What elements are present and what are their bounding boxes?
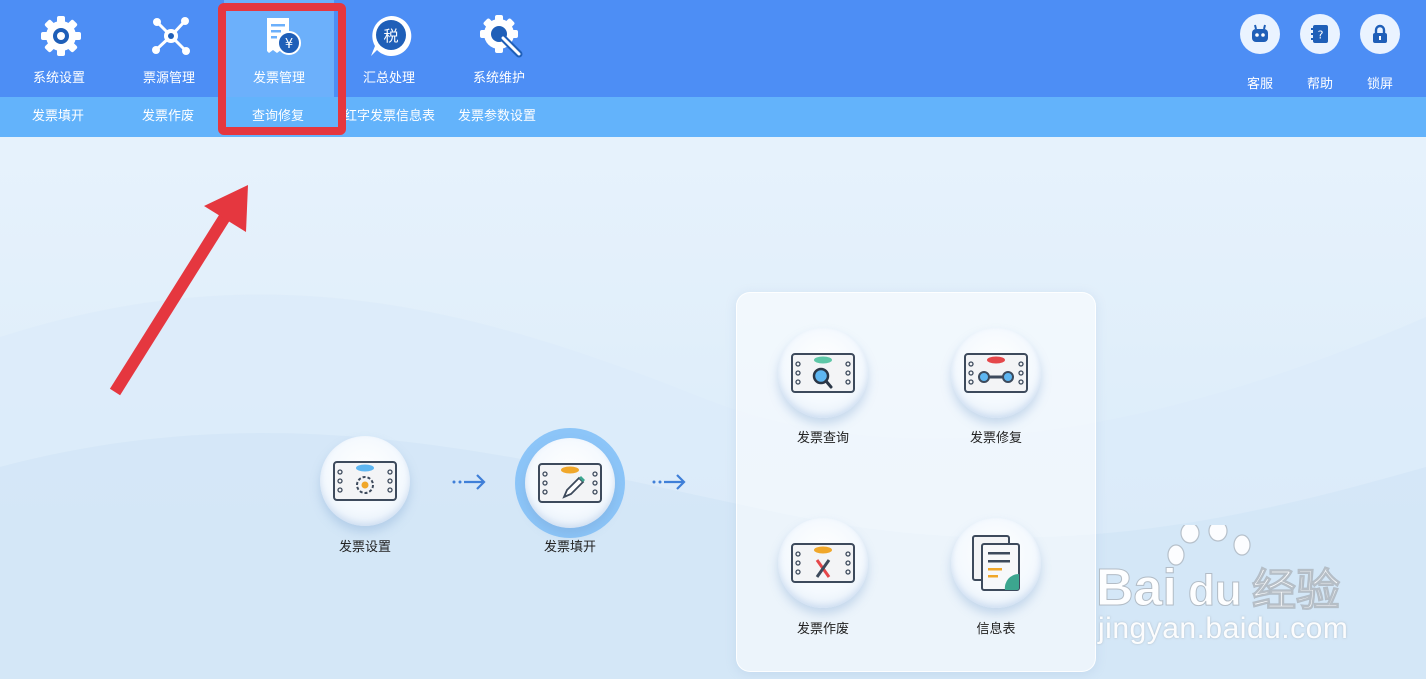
menu-summary-processing[interactable]: 税 汇总处理 — [334, 0, 444, 97]
submenu-invoice-issue[interactable]: 发票填开 — [32, 97, 84, 137]
submenu-query-repair[interactable]: 查询修复 — [252, 97, 304, 137]
menu-label: 发票管理 — [252, 71, 305, 86]
help-button[interactable]: ? 帮助 — [1298, 14, 1342, 94]
submenu-invoice-void[interactable]: 发票作废 — [142, 97, 194, 137]
ticket-search-icon — [791, 353, 855, 393]
menu-label: 系统维护 — [472, 71, 525, 86]
invoice-settings-label: 发票设置 — [338, 540, 391, 555]
right-menu-label: 锁屏 — [1366, 77, 1393, 92]
annotation-arrow — [109, 185, 248, 396]
menu-system-maintenance[interactable]: 系统维护 — [444, 0, 554, 97]
menu-label: 汇总处理 — [362, 71, 415, 86]
watermark-url: jingyan.baidu.com — [1098, 612, 1349, 645]
wrench-gear-icon — [480, 15, 523, 58]
help-book-icon: ? — [1311, 25, 1328, 43]
svg-text:¥: ¥ — [285, 37, 293, 52]
info-table-node[interactable]: 信息表 — [951, 518, 1041, 638]
invoice-query-label: 发票查询 — [796, 431, 849, 446]
svg-text:?: ? — [1318, 29, 1324, 42]
invoice-issue-node[interactable]: 发票填开 — [515, 428, 625, 561]
ticket-gear-icon — [333, 461, 397, 501]
lock-icon — [1373, 24, 1387, 43]
ticket-cross-icon — [791, 543, 855, 583]
ticket-wrench-icon — [964, 353, 1028, 393]
invoice-repair-node[interactable]: 发票修复 — [951, 328, 1041, 448]
invoice-settings-node[interactable]: 发票设置 — [320, 436, 410, 561]
customer-service-button[interactable]: 客服 — [1238, 14, 1282, 94]
right-menu-label: 客服 — [1246, 77, 1273, 92]
network-nodes-icon — [152, 17, 190, 55]
invoice-void-label: 发票作废 — [796, 622, 849, 637]
submenu-red-invoice-info[interactable]: 红字发票信息表 — [344, 97, 435, 137]
submenu-invoice-params[interactable]: 发票参数设置 — [458, 97, 536, 137]
menu-ticket-source[interactable]: 票源管理 — [114, 0, 224, 97]
lock-screen-button[interactable]: 锁屏 — [1358, 14, 1402, 94]
invoice-issue-label: 发票填开 — [543, 540, 596, 555]
invoice-void-node[interactable]: 发票作废 — [778, 518, 868, 638]
menu-label: 系统设置 — [32, 71, 85, 86]
flow-arrow — [652, 474, 686, 490]
menu-label: 票源管理 — [142, 71, 195, 86]
tax-char: 税 — [383, 27, 398, 45]
tax-bubble-icon: 税 — [371, 15, 412, 56]
documents-stack-icon — [972, 535, 1020, 591]
invoice-repair-label: 发票修复 — [969, 431, 1022, 446]
ticket-pencil-icon — [538, 463, 602, 503]
right-menu-label: 帮助 — [1306, 77, 1333, 92]
info-table-label: 信息表 — [976, 622, 1016, 637]
invoice-yen-icon: ¥ — [267, 18, 301, 55]
top-menu-bar: 系统设置 票源管理 ¥ 发票管理 税 汇总处理 系统维护 客服 ? 帮助 锁屏 — [0, 0, 1426, 97]
invoice-query-node[interactable]: 发票查询 — [778, 328, 868, 448]
gear-icon — [41, 16, 81, 56]
flow-arrow — [452, 474, 486, 490]
sub-menu-bar: 发票填开 发票作废 查询修复 红字发票信息表 发票参数设置 — [0, 97, 1426, 137]
robot-icon — [1252, 24, 1268, 42]
menu-system-settings[interactable]: 系统设置 — [4, 0, 114, 97]
menu-invoice-management[interactable]: ¥ 发票管理 — [224, 0, 334, 97]
